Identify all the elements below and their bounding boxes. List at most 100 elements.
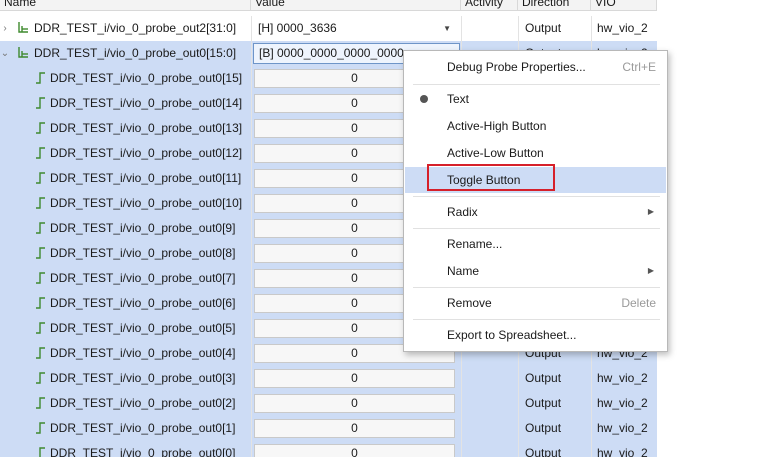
bit-probe-icon xyxy=(33,96,47,110)
menu-item-label: Radix xyxy=(447,205,478,219)
table-row[interactable]: DDR_TEST_i/vio_0_probe_out0[0] 0 Output hw_… xyxy=(0,441,657,457)
menu-item-name[interactable]: Name ▶ xyxy=(405,258,666,284)
bus-probe-icon xyxy=(16,46,30,60)
probe-name: DDR_TEST_i/vio_0_probe_out0[3] xyxy=(50,371,236,385)
menu-item-label: Remove xyxy=(447,296,492,310)
probe-name: DDR_TEST_i/vio_0_probe_out0[11] xyxy=(50,171,242,185)
probe-name: DDR_TEST_i/vio_0_probe_out0[8] xyxy=(50,246,236,260)
probe-value-field[interactable]: 0 xyxy=(254,419,455,438)
bit-probe-icon xyxy=(33,171,47,185)
menu-item-active-high-button[interactable]: Active-High Button xyxy=(405,113,666,139)
probe-value-field[interactable]: [H] 0000_3636 ▼ xyxy=(253,18,460,39)
probe-vio: hw_vio_2 xyxy=(597,396,648,410)
probe-name: DDR_TEST_i/vio_0_probe_out0[10] xyxy=(50,196,243,210)
probe-name: DDR_TEST_i/vio_0_probe_out0[4] xyxy=(50,346,236,360)
probe-name: DDR_TEST_i/vio_0_probe_out0[2] xyxy=(50,396,236,410)
menu-item-label: Export to Spreadsheet... xyxy=(447,328,577,342)
menu-separator xyxy=(413,287,660,288)
menu-separator xyxy=(413,228,660,229)
probe-vio: hw_vio_2 xyxy=(597,21,648,35)
probe-value-field[interactable]: 0 xyxy=(254,394,455,413)
menu-item-shortcut: Delete xyxy=(621,296,656,310)
probe-activity xyxy=(465,366,515,391)
context-menu: Debug Probe Properties... Ctrl+E Text Ac… xyxy=(403,50,668,352)
chevron-icon[interactable]: › xyxy=(0,16,10,41)
probe-activity xyxy=(465,416,515,441)
table-row[interactable]: DDR_TEST_i/vio_0_probe_out0[2] 0 Output hw_… xyxy=(0,391,657,416)
probe-direction: Output xyxy=(525,446,562,457)
probe-name: DDR_TEST_i/vio_0_probe_out0[5] xyxy=(50,321,236,335)
probe-vio: hw_vio_2 xyxy=(597,446,648,457)
menu-item-export-to-spreadsheet[interactable]: Export to Spreadsheet... xyxy=(405,322,666,348)
bit-probe-icon xyxy=(33,196,47,210)
probe-name: DDR_TEST_i/vio_0_probe_out0[9] xyxy=(50,221,236,235)
bit-probe-icon xyxy=(33,296,47,310)
table-row[interactable]: DDR_TEST_i/vio_0_probe_out0[3] 0 Output hw_… xyxy=(0,366,657,391)
probe-direction: Output xyxy=(525,421,562,435)
bit-probe-icon xyxy=(33,446,47,457)
bit-probe-icon xyxy=(33,271,47,285)
probe-value: [H] 0000_3636 xyxy=(258,21,337,35)
bit-probe-icon xyxy=(33,421,47,435)
probe-activity xyxy=(465,16,515,41)
probe-direction: Output xyxy=(525,371,562,385)
menu-item-text[interactable]: Text xyxy=(405,86,666,112)
submenu-arrow-icon: ▶ xyxy=(647,207,654,216)
menu-item-active-low-button[interactable]: Active-Low Button xyxy=(405,140,666,166)
probe-name: DDR_TEST_i/vio_0_probe_out2[31:0] xyxy=(34,21,237,35)
menu-separator xyxy=(413,196,660,197)
table-header: Name Value Activity Direction VIO xyxy=(0,0,657,11)
bit-probe-icon xyxy=(33,246,47,260)
bit-probe-icon xyxy=(33,71,47,85)
table-row[interactable]: › DDR_TEST_i/vio_0_probe_out2[31:0] [H] 00… xyxy=(0,16,657,41)
probe-vio: hw_vio_2 xyxy=(597,371,648,385)
probe-name: DDR_TEST_i/vio_0_probe_out0[1] xyxy=(50,421,236,435)
probe-activity xyxy=(465,391,515,416)
probe-name: DDR_TEST_i/vio_0_probe_out0[14] xyxy=(50,96,243,110)
probe-name: DDR_TEST_i/vio_0_probe_out0[0] xyxy=(50,446,236,457)
column-header-direction[interactable]: Direction xyxy=(518,0,591,11)
bit-probe-icon xyxy=(33,396,47,410)
menu-item-shortcut: Ctrl+E xyxy=(622,60,656,74)
menu-item-debug-probe-properties[interactable]: Debug Probe Properties... Ctrl+E xyxy=(405,54,666,80)
menu-separator xyxy=(413,319,660,320)
probe-name: DDR_TEST_i/vio_0_probe_out0[13] xyxy=(50,121,243,135)
bit-probe-icon xyxy=(33,346,47,360)
chevron-icon[interactable]: ⌄ xyxy=(0,41,10,66)
bit-probe-icon xyxy=(33,121,47,135)
menu-item-rename[interactable]: Rename... xyxy=(405,231,666,257)
probe-activity xyxy=(465,441,515,457)
column-header-name[interactable]: Name xyxy=(0,0,251,11)
probe-name: DDR_TEST_i/vio_0_probe_out0[6] xyxy=(50,296,236,310)
bit-probe-icon xyxy=(33,371,47,385)
menu-item-label: Rename... xyxy=(447,237,503,251)
bit-probe-icon xyxy=(33,321,47,335)
submenu-arrow-icon: ▶ xyxy=(647,266,654,275)
probe-vio: hw_vio_2 xyxy=(597,421,648,435)
menu-item-label: Active-High Button xyxy=(447,119,547,133)
probe-name: DDR_TEST_i/vio_0_probe_out0[7] xyxy=(50,271,236,285)
menu-item-label: Toggle Button xyxy=(447,173,521,187)
probe-value-field[interactable]: 0 xyxy=(254,369,455,388)
probe-value: [B] 0000_0000_0000_0000 xyxy=(259,46,404,60)
menu-item-label: Debug Probe Properties... xyxy=(447,60,586,74)
column-header-value[interactable]: Value xyxy=(251,0,461,11)
probe-direction: Output xyxy=(525,21,562,35)
probe-name: DDR_TEST_i/vio_0_probe_out0[15:0] xyxy=(34,46,237,60)
menu-item-label: Name xyxy=(447,264,480,278)
bit-probe-icon xyxy=(33,221,47,235)
dropdown-caret-icon[interactable]: ▼ xyxy=(443,18,451,39)
radio-dot-icon xyxy=(420,95,428,103)
table-row[interactable]: DDR_TEST_i/vio_0_probe_out0[1] 0 Output hw_… xyxy=(0,416,657,441)
probe-value-field[interactable]: 0 xyxy=(254,444,455,457)
menu-item-remove[interactable]: Remove Delete xyxy=(405,290,666,316)
bus-probe-icon xyxy=(16,21,30,35)
probe-name: DDR_TEST_i/vio_0_probe_out0[12] xyxy=(50,146,243,160)
column-header-vio[interactable]: VIO xyxy=(591,0,657,11)
menu-item-label: Text xyxy=(447,92,470,106)
probe-direction: Output xyxy=(525,396,562,410)
menu-item-radix[interactable]: Radix ▶ xyxy=(405,199,666,225)
menu-separator xyxy=(413,84,660,85)
menu-item-toggle-button[interactable]: Toggle Button xyxy=(405,167,666,193)
column-header-activity[interactable]: Activity xyxy=(461,0,518,11)
